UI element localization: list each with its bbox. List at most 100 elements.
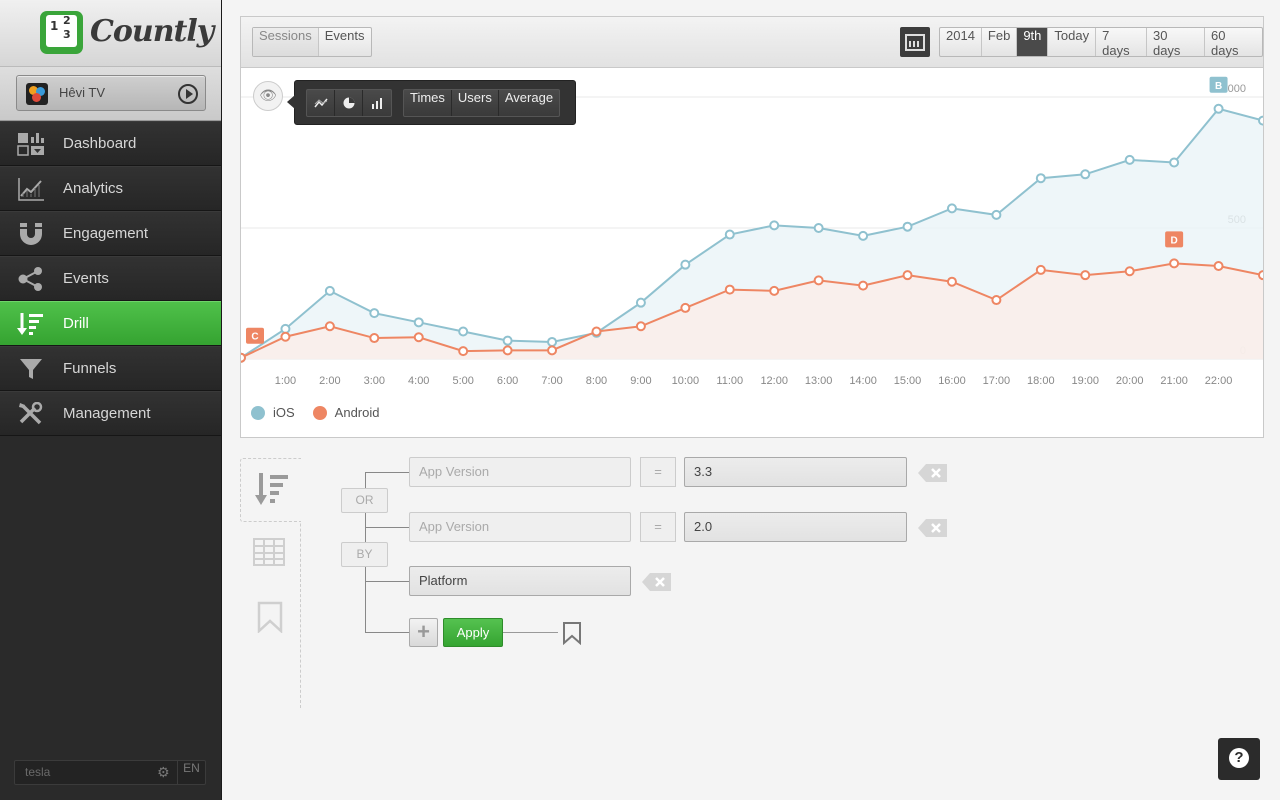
x-tick-label: 15:00 [894,375,922,387]
chart-type-group [306,89,392,117]
legend-label: iOS [273,405,295,420]
app-selector-button[interactable]: Hêvi TV [16,75,206,111]
countly-logo-icon: 1 2 3 [40,11,83,54]
line-chart-icon[interactable] [307,90,335,116]
or-tag[interactable]: OR [341,488,388,513]
data-point [858,280,869,291]
period-selector: 2014 Feb 9th Today 7 days 30 days 60 days [939,27,1263,58]
data-point [724,284,735,295]
apply-button[interactable]: Apply [443,618,503,647]
delete-icon[interactable] [918,518,948,538]
app-icon [26,83,48,105]
help-icon[interactable] [1218,738,1260,780]
data-point [1035,173,1046,184]
metric-users[interactable]: Users [452,90,499,116]
tree-line [365,581,409,582]
main-nav: Dashboard Analytics Engagement Events Dr… [0,121,221,436]
period-option[interactable]: Today [1048,28,1097,56]
eye-icon[interactable]: 👁 [253,81,283,111]
chart-legend: iOS Android [251,405,379,420]
nav-item-dashboard[interactable]: Dashboard [0,121,221,166]
condition-operator[interactable]: = [640,457,676,487]
condition-operator[interactable]: = [640,512,676,542]
data-point [991,209,1002,220]
by-tag[interactable]: BY [341,542,388,567]
bookmark-icon[interactable] [562,621,582,645]
nav-item-drill[interactable]: Drill [0,301,221,346]
data-point [1213,103,1224,114]
condition-value[interactable]: 2.0 [684,512,907,542]
delete-icon[interactable] [642,572,672,592]
x-tick-label: 20:00 [1116,375,1144,387]
app-name: Hêvi TV [59,85,105,100]
x-tick-label: 16:00 [938,375,966,387]
data-point [413,317,424,328]
legend-item-android[interactable]: Android [312,405,380,420]
x-tick-label: 7:00 [541,375,562,387]
nav-label: Engagement [63,225,149,242]
metric-times[interactable]: Times [404,90,452,116]
x-tick-label: 18:00 [1027,375,1055,387]
data-point [458,346,469,357]
tree-line [365,527,409,528]
data-point [946,276,957,287]
condition-value[interactable]: 3.3 [684,457,907,487]
x-tick-label: 10:00 [672,375,700,387]
data-point [547,336,558,347]
data-point [902,270,913,281]
nav-item-funnels[interactable]: Funnels [0,346,221,391]
marker-label: B [1215,81,1222,92]
period-option[interactable]: 60 days [1205,28,1262,58]
app-area: Hêvi TV [0,67,221,121]
period-option[interactable]: 7 days [1096,28,1147,58]
nav-item-analytics[interactable]: Analytics [0,166,221,211]
tab-events[interactable]: Events [319,28,371,56]
condition-field[interactable]: App Version [409,457,631,487]
play-icon[interactable] [178,84,198,104]
legend-label: Android [334,405,380,420]
tree-line [503,632,558,633]
metric-average[interactable]: Average [499,90,559,116]
nav-item-engagement[interactable]: Engagement [0,211,221,256]
period-option[interactable]: 9th [1017,28,1049,56]
add-condition-button[interactable]: + [409,618,438,647]
data-point [502,335,513,346]
nav-item-events[interactable]: Events [0,256,221,301]
data-point [1258,270,1263,281]
nav-label: Management [63,405,151,422]
period-option[interactable]: 30 days [1147,28,1205,58]
metric-group: Times Users Average [403,89,561,117]
tab-sessions[interactable]: Sessions [253,28,319,56]
x-tick-label: 13:00 [805,375,833,387]
delete-icon[interactable] [918,463,948,483]
language-selector[interactable]: EN [177,761,205,784]
marker-label: D [1171,235,1178,246]
user-bar: tesla ⚙ EN [14,760,206,785]
bookmark-icon[interactable] [257,601,283,633]
x-tick-label: 22:00 [1205,375,1233,387]
drill-side-tabs [240,458,301,708]
gear-icon[interactable]: ⚙ [157,765,170,781]
data-point [1035,264,1046,275]
bar-chart-icon[interactable] [363,90,391,116]
table-icon[interactable] [253,538,285,566]
pie-chart-icon[interactable] [335,90,363,116]
period-option[interactable]: Feb [982,28,1018,56]
funnel-icon [20,359,42,379]
data-point [280,331,291,342]
data-point [946,203,957,214]
data-point [324,285,335,296]
calendar-icon[interactable] [900,27,930,57]
data-point [591,326,602,337]
nav-item-management[interactable]: Management [0,391,221,436]
legend-item-ios[interactable]: iOS [251,405,295,420]
data-point [413,332,424,343]
period-option[interactable]: 2014 [940,28,982,56]
breakdown-field[interactable]: Platform [409,566,631,596]
data-point [1080,270,1091,281]
drill-tab-filter[interactable] [240,458,301,522]
condition-field[interactable]: App Version [409,512,631,542]
x-tick-label: 2:00 [319,375,340,387]
data-point [369,333,380,344]
user-name[interactable]: tesla [25,765,50,779]
